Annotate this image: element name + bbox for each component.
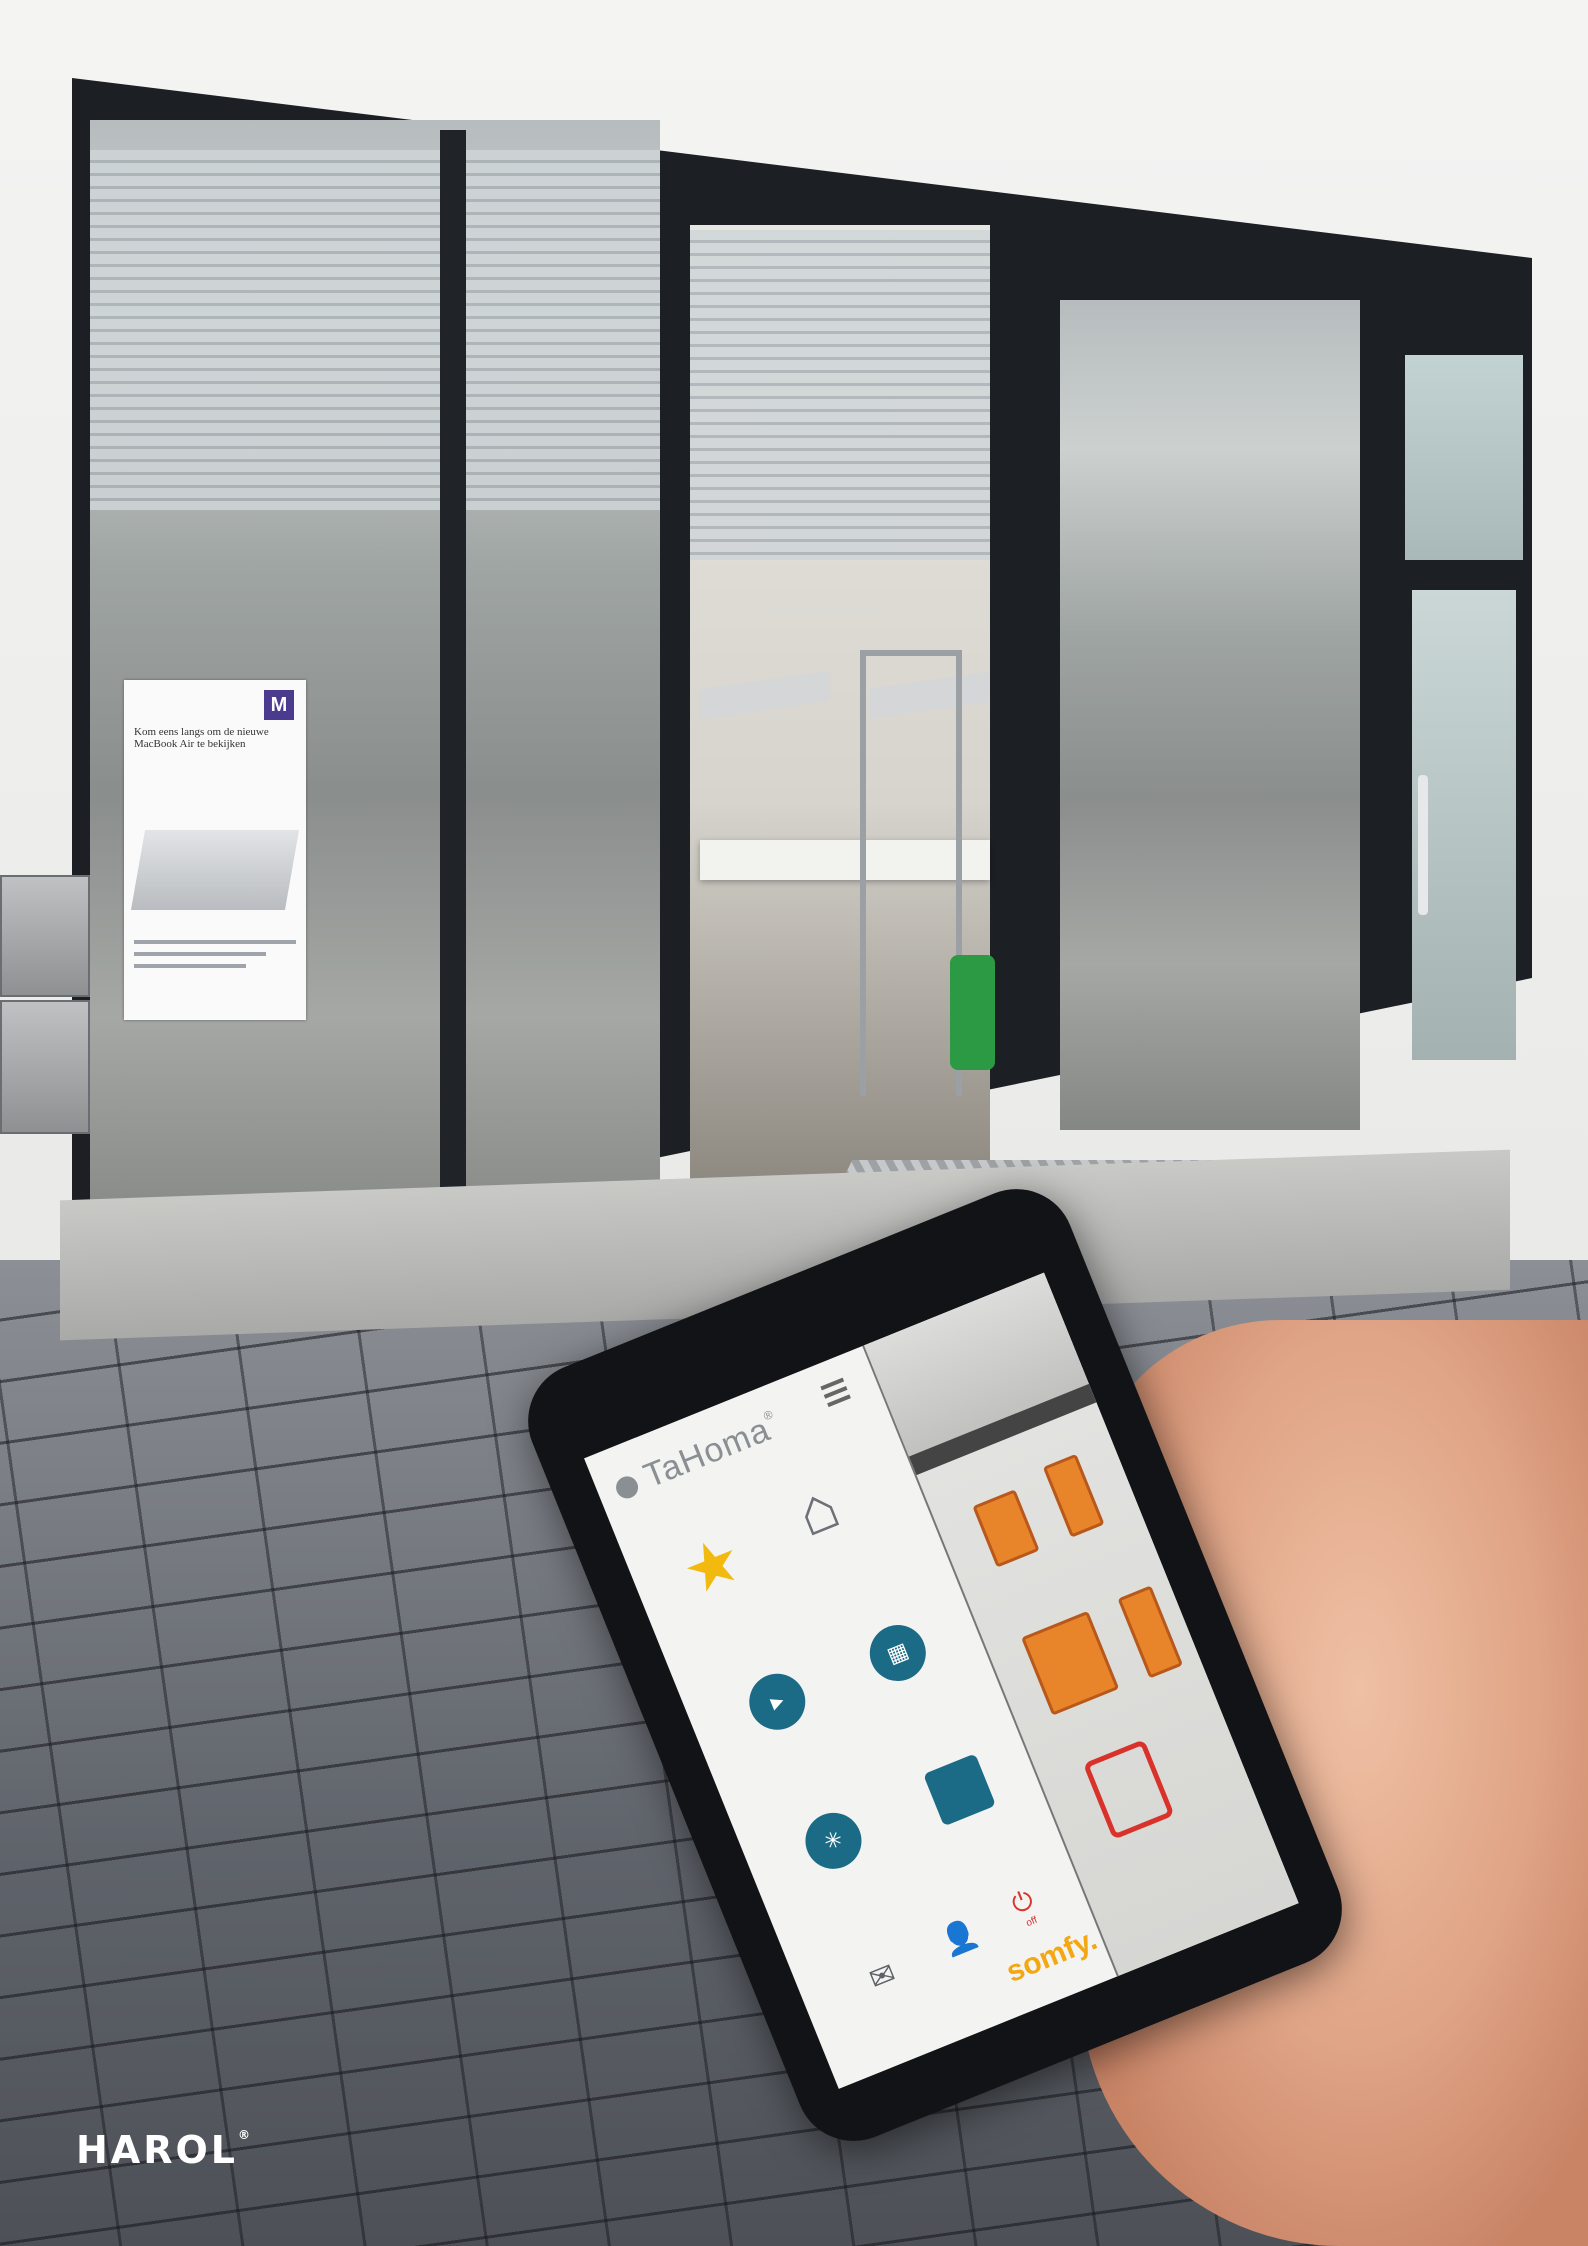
left-window-shutter [90, 150, 660, 510]
list-icon[interactable] [923, 1753, 997, 1827]
mailbox [0, 875, 90, 997]
poster-text-line [134, 952, 266, 956]
shutter-group-icon[interactable] [1042, 1453, 1105, 1538]
home-icon[interactable]: ⌂ [786, 1468, 850, 1551]
shop-poster: M Kom eens langs om de nieuwe MacBook Ai… [124, 680, 306, 1020]
tahoma-logo: TaHoma® [609, 1407, 785, 1508]
mullion [440, 130, 466, 1210]
mailbox [0, 1000, 90, 1134]
right-window-glass [1060, 300, 1360, 1130]
app-name: TaHoma [638, 1410, 776, 1496]
poster-laptop-image [130, 830, 300, 910]
door-handle [1418, 775, 1428, 915]
gate-icon[interactable] [1117, 1585, 1184, 1679]
door-shutter [690, 230, 990, 560]
poster-text-line [134, 940, 296, 944]
lock-icon[interactable] [1082, 1739, 1175, 1840]
somfy-logo: somfy. [1001, 1922, 1102, 1989]
right-door-glass [1405, 355, 1523, 560]
harol-logo: HAROL® [76, 2128, 253, 2172]
play-icon[interactable]: ▶ [740, 1665, 814, 1739]
tahoma-logo-icon [612, 1473, 642, 1502]
star-icon[interactable]: ★ [672, 1520, 753, 1611]
menu-icon[interactable] [820, 1377, 852, 1412]
brand-name: HAROL [76, 2128, 238, 2172]
gate-icon[interactable] [1021, 1610, 1120, 1716]
security-gate [860, 650, 962, 1096]
green-stool [950, 955, 995, 1070]
calendar-icon[interactable]: ▦ [861, 1616, 935, 1690]
poster-headline: Kom eens langs om de nieuwe MacBook Air … [134, 726, 269, 750]
brand-registered-mark: ® [238, 2128, 253, 2142]
network-icon[interactable]: ✳ [797, 1804, 870, 1878]
shutter-group-icon[interactable] [972, 1489, 1040, 1568]
user-icon[interactable]: 👤 [936, 1915, 984, 1961]
mail-icon[interactable]: ✉ [864, 1956, 901, 1998]
poster-badge: M [264, 690, 294, 720]
poster-text-line [134, 964, 246, 968]
power-off-label: off [1024, 1914, 1039, 1930]
